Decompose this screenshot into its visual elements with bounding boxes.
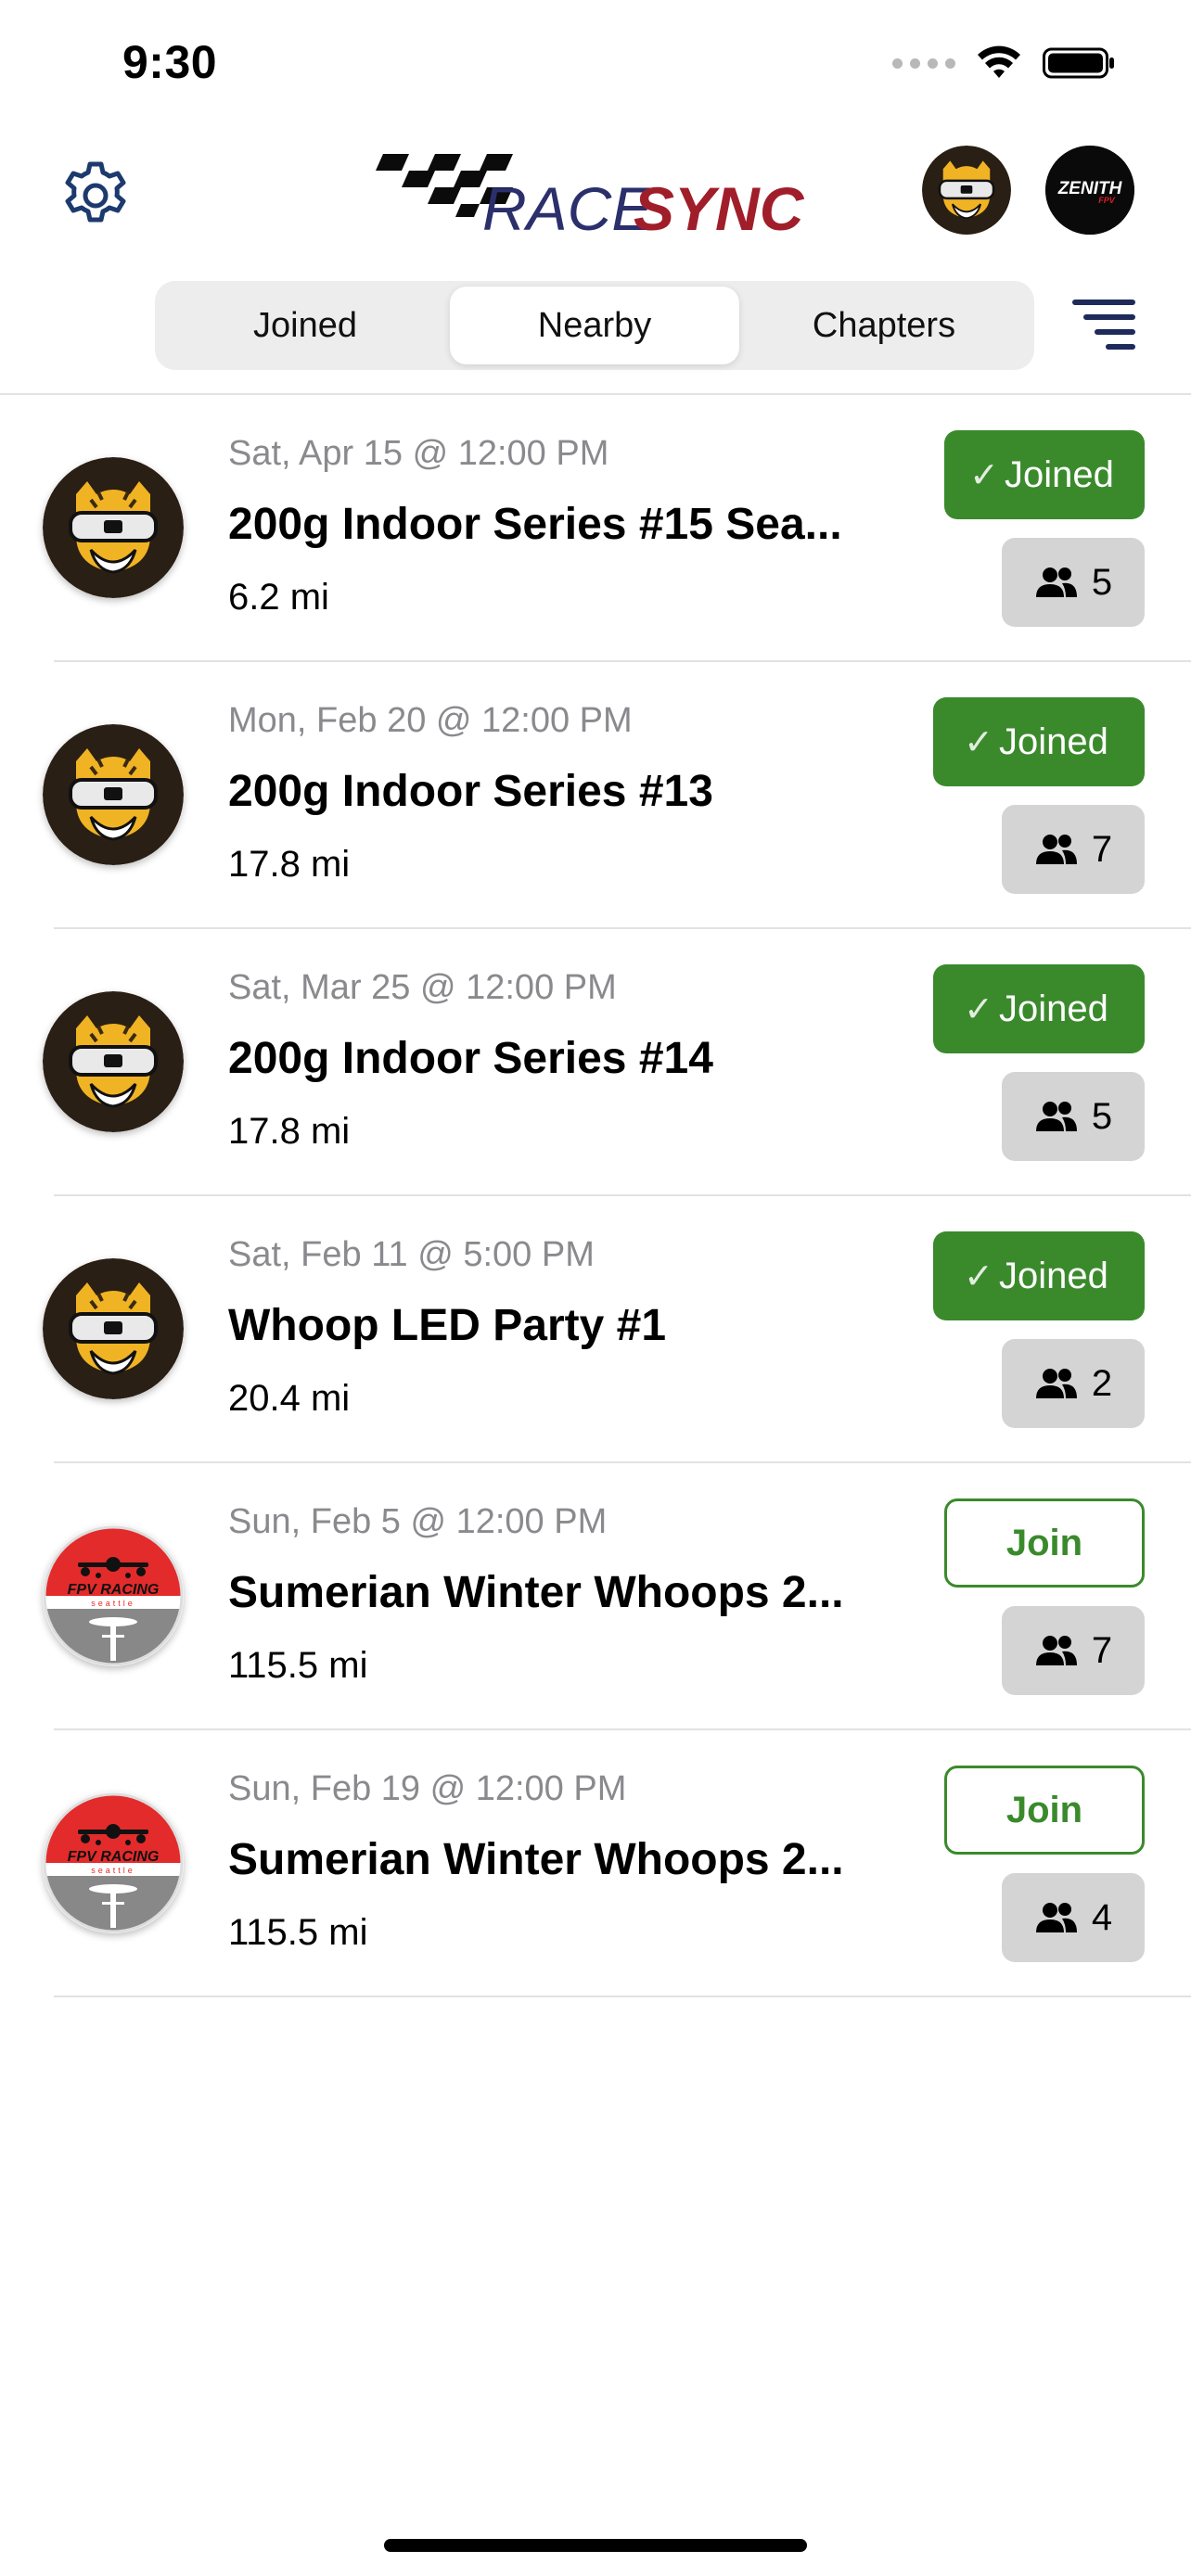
event-title: Sumerian Winter Whoops 2...	[228, 1568, 844, 1617]
tiger-goggles-icon	[43, 991, 184, 1132]
event-list: Sat, Apr 15 @ 12:00 PM 200g Indoor Serie…	[0, 395, 1191, 1997]
event-title: 200g Indoor Series #13	[228, 767, 713, 816]
home-indicator[interactable]	[384, 2539, 807, 2552]
join-button[interactable]: Join	[944, 1498, 1145, 1588]
event-avatar	[43, 991, 184, 1132]
checkmark-icon: ✓	[964, 722, 993, 762]
event-title: Sumerian Winter Whoops 2...	[228, 1835, 844, 1884]
members-button[interactable]: 5	[1002, 1072, 1145, 1161]
joined-button[interactable]: ✓ Joined	[933, 1231, 1145, 1320]
people-icon	[1035, 1102, 1077, 1131]
event-row[interactable]: Sat, Mar 25 @ 12:00 PM 200g Indoor Serie…	[0, 929, 1191, 1196]
svg-text:FPV RACING: FPV RACING	[68, 1849, 160, 1865]
member-count: 4	[1091, 1896, 1113, 1938]
people-icon	[1035, 1903, 1077, 1932]
checkmark-icon: ✓	[964, 1256, 993, 1296]
battery-icon	[1043, 47, 1114, 79]
event-avatar	[43, 1258, 184, 1399]
event-date: Sat, Apr 15 @ 12:00 PM	[228, 434, 609, 473]
member-count: 5	[1091, 561, 1113, 603]
joined-button[interactable]: ✓ Joined	[944, 430, 1145, 519]
event-avatar: FPV RACING seattle	[43, 1525, 184, 1666]
member-count: 5	[1091, 1095, 1113, 1137]
filter-button[interactable]	[1071, 295, 1136, 354]
cellular-signal-icon	[892, 57, 955, 69]
tab-chapters[interactable]: Chapters	[739, 287, 1029, 364]
racesync-logo: RACE SYNC	[376, 154, 805, 243]
fpv-racing-seattle-icon: FPV RACING seattle	[43, 1525, 184, 1666]
joined-button[interactable]: ✓ Joined	[933, 964, 1145, 1053]
event-row[interactable]: Sat, Apr 15 @ 12:00 PM 200g Indoor Serie…	[0, 395, 1191, 662]
segment-row: Joined Nearby Chapters	[0, 278, 1191, 371]
event-date: Mon, Feb 20 @ 12:00 PM	[228, 701, 633, 740]
tab-joined[interactable]: Joined	[160, 287, 450, 364]
event-date: Sat, Feb 11 @ 5:00 PM	[228, 1235, 595, 1274]
zenith-fpv-logo-icon: ZENITH FPV	[1045, 146, 1134, 235]
member-count: 2	[1091, 1362, 1113, 1404]
svg-text:FPV RACING: FPV RACING	[68, 1582, 160, 1598]
event-row[interactable]: FPV RACING seattle Sun, Feb 5 @ 12:00 PM…	[0, 1463, 1191, 1730]
event-distance: 115.5 mi	[228, 1912, 368, 1953]
event-title: Whoop LED Party #1	[228, 1301, 667, 1350]
checkmark-icon: ✓	[964, 989, 993, 1029]
nav-header: RACE SYNC ZENITH FPV	[0, 130, 1191, 260]
members-button[interactable]: 7	[1002, 805, 1145, 894]
event-title: 200g Indoor Series #15 Sea...	[228, 500, 842, 549]
event-date: Sat, Mar 25 @ 12:00 PM	[228, 968, 617, 1007]
tab-nearby[interactable]: Nearby	[450, 287, 739, 364]
event-row[interactable]: Sat, Feb 11 @ 5:00 PM Whoop LED Party #1…	[0, 1196, 1191, 1463]
event-title: 200g Indoor Series #14	[228, 1034, 713, 1083]
event-distance: 6.2 mi	[228, 577, 329, 618]
svg-text:SYNC: SYNC	[634, 174, 805, 243]
chapter-avatar-tiger[interactable]	[922, 146, 1011, 235]
tiger-goggles-icon	[43, 724, 184, 865]
members-button[interactable]: 2	[1002, 1339, 1145, 1428]
members-button[interactable]: 7	[1002, 1606, 1145, 1695]
status-time: 9:30	[122, 36, 218, 88]
member-count: 7	[1091, 828, 1113, 870]
event-distance: 20.4 mi	[228, 1378, 351, 1419]
people-icon	[1035, 1636, 1077, 1665]
event-avatar	[43, 457, 184, 598]
segmented-control: Joined Nearby Chapters	[155, 281, 1034, 370]
status-bar: 9:30	[0, 0, 1191, 130]
members-button[interactable]: 5	[1002, 538, 1145, 627]
filter-lines-icon	[1072, 300, 1135, 350]
event-distance: 17.8 mi	[228, 1111, 351, 1152]
tiger-goggles-icon	[922, 146, 1011, 235]
join-button[interactable]: Join	[944, 1766, 1145, 1855]
members-button[interactable]: 4	[1002, 1873, 1145, 1962]
event-date: Sun, Feb 19 @ 12:00 PM	[228, 1769, 627, 1808]
svg-text:seattle: seattle	[91, 1599, 135, 1608]
event-row[interactable]: Mon, Feb 20 @ 12:00 PM 200g Indoor Serie…	[0, 662, 1191, 929]
status-icons	[892, 45, 1117, 82]
member-count: 7	[1091, 1629, 1113, 1671]
tiger-goggles-icon	[43, 1258, 184, 1399]
svg-text:RACE: RACE	[482, 174, 653, 243]
settings-button[interactable]	[56, 156, 135, 236]
checkmark-icon: ✓	[969, 455, 999, 495]
joined-button[interactable]: ✓ Joined	[933, 697, 1145, 786]
svg-text:FPV: FPV	[1098, 196, 1116, 205]
event-date: Sun, Feb 5 @ 12:00 PM	[228, 1502, 608, 1541]
event-distance: 17.8 mi	[228, 844, 351, 885]
chapter-avatar-zenith[interactable]: ZENITH FPV	[1045, 146, 1134, 235]
event-avatar: FPV RACING seattle	[43, 1792, 184, 1933]
event-distance: 115.5 mi	[228, 1645, 368, 1686]
fpv-racing-seattle-icon: FPV RACING seattle	[43, 1792, 184, 1933]
svg-text:seattle: seattle	[91, 1866, 135, 1875]
wifi-icon	[978, 45, 1020, 78]
people-icon	[1035, 1369, 1077, 1398]
people-icon	[1035, 567, 1077, 597]
tiger-goggles-icon	[43, 457, 184, 598]
people-icon	[1035, 835, 1077, 864]
gear-icon	[65, 161, 126, 223]
event-row[interactable]: FPV RACING seattle Sun, Feb 19 @ 12:00 P…	[0, 1730, 1191, 1997]
event-avatar	[43, 724, 184, 865]
